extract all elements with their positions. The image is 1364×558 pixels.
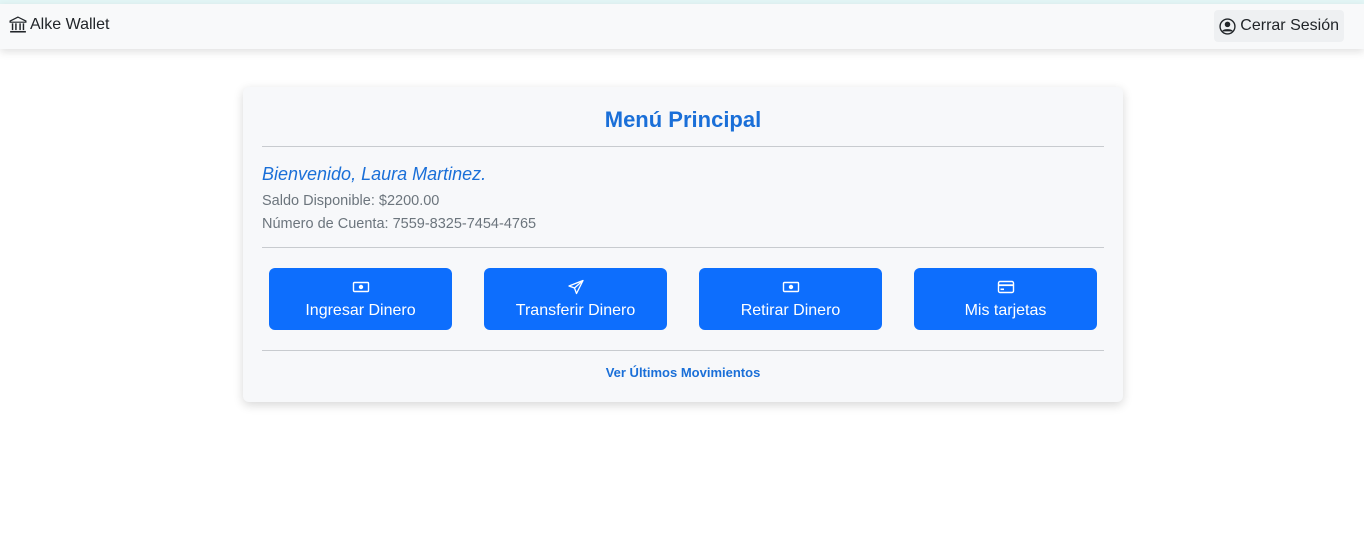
cash-icon <box>782 279 800 295</box>
credit-card-icon <box>997 279 1015 295</box>
transfer-button[interactable]: Transferir Dinero <box>484 268 667 330</box>
logout-button[interactable]: Cerrar Sesión <box>1214 10 1344 42</box>
brand-link[interactable]: Alke Wallet <box>9 16 109 34</box>
balance-text: Saldo Disponible: $2200.00 <box>262 193 440 209</box>
withdraw-button[interactable]: Retirar Dinero <box>699 268 882 330</box>
page-title: Menú Principal <box>604 107 762 132</box>
withdraw-label: Retirar Dinero <box>740 301 841 319</box>
bank-icon <box>9 16 27 34</box>
divider <box>262 350 1104 351</box>
main-menu-card: Menú Principal Bienvenido, Laura Martine… <box>243 87 1123 402</box>
account-number-text: Número de Cuenta: 7559-8325-7454-4765 <box>262 216 537 232</box>
deposit-button[interactable]: Ingresar Dinero <box>269 268 452 330</box>
divider <box>262 247 1104 248</box>
logout-label: Cerrar Sesión <box>1240 17 1339 34</box>
divider <box>262 146 1104 147</box>
my-cards-button[interactable]: Mis tarjetas <box>914 268 1097 330</box>
cash-icon <box>352 279 370 295</box>
action-buttons: Ingresar Dinero Transferir Dinero Retira… <box>269 268 1097 330</box>
brand-label: Alke Wallet <box>30 16 110 33</box>
my-cards-label: Mis tarjetas <box>964 301 1047 319</box>
send-icon <box>567 279 585 295</box>
view-movements-link[interactable]: Ver Últimos Movimientos <box>243 365 1123 380</box>
welcome-message: Bienvenido, Laura Martinez. <box>262 164 487 184</box>
transfer-label: Transferir Dinero <box>515 301 636 319</box>
deposit-label: Ingresar Dinero <box>305 301 416 319</box>
navbar: Alke Wallet Cerrar Sesión <box>0 4 1364 49</box>
person-circle-icon <box>1219 17 1236 35</box>
